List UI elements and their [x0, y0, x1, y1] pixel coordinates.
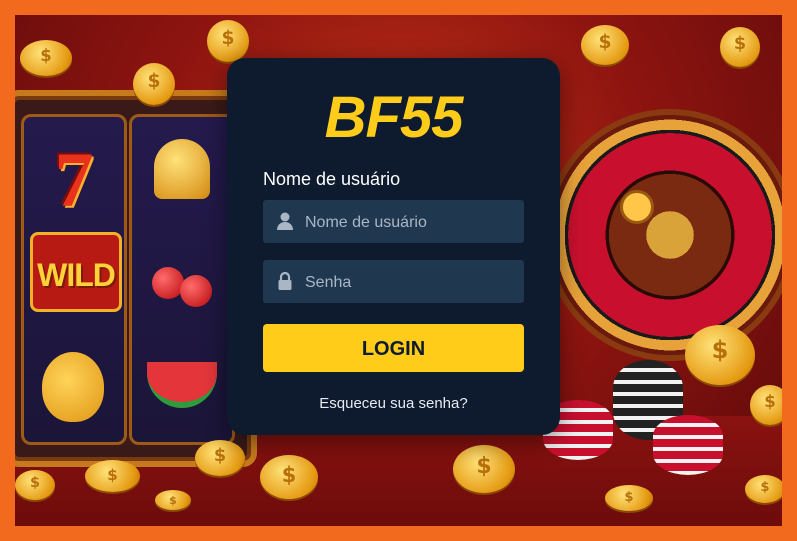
slot-reel-1: 7 WILD — [21, 114, 127, 445]
password-input[interactable] — [303, 260, 517, 305]
coin-icon — [685, 325, 755, 385]
seven-symbol: 7 — [54, 136, 94, 223]
user-icon — [275, 211, 295, 231]
coin-icon — [207, 20, 249, 62]
outer-frame: 7 WILD $ $ $ $ $ $ $ $ $ $ $ $ $ $ $ BF5… — [0, 0, 797, 541]
cherry-icon — [152, 267, 184, 299]
wild-text: WILD — [37, 257, 116, 293]
slot-reel-2 — [129, 114, 235, 445]
coin-icon — [133, 63, 175, 105]
coin-icon — [260, 455, 318, 499]
watermelon-icon — [147, 362, 217, 408]
coin-icon — [195, 440, 245, 476]
lock-icon — [275, 271, 295, 291]
wild-symbol: WILD — [30, 232, 122, 312]
login-card: BF55 Nome de usuário LOGIN Esqueceu sua … — [227, 58, 560, 435]
coin-icon — [605, 485, 653, 511]
coin-icon — [453, 445, 515, 493]
coin-icon — [745, 475, 782, 503]
casino-chip-stack — [653, 415, 723, 475]
coin-icon — [720, 27, 760, 67]
pear-icon — [42, 352, 104, 422]
bell-icon — [154, 139, 210, 199]
slot-machine: 7 WILD — [15, 90, 257, 467]
username-input[interactable] — [303, 200, 517, 245]
coin-icon — [581, 25, 629, 65]
password-field[interactable] — [263, 260, 524, 305]
coin-icon — [20, 40, 72, 76]
coin-icon — [15, 470, 55, 500]
coin-icon — [85, 460, 140, 492]
coin-icon — [750, 385, 782, 425]
brand-logo: BF55 — [324, 85, 464, 150]
coin-icon — [155, 490, 191, 510]
login-button[interactable]: LOGIN — [263, 324, 524, 372]
roulette-wheel — [550, 115, 782, 355]
forgot-password-link[interactable]: Esqueceu sua senha? — [227, 395, 560, 412]
username-field[interactable] — [263, 200, 524, 245]
roulette-hub — [620, 190, 654, 224]
cherry-icon — [180, 275, 212, 307]
username-label: Nome de usuário — [263, 169, 401, 189]
